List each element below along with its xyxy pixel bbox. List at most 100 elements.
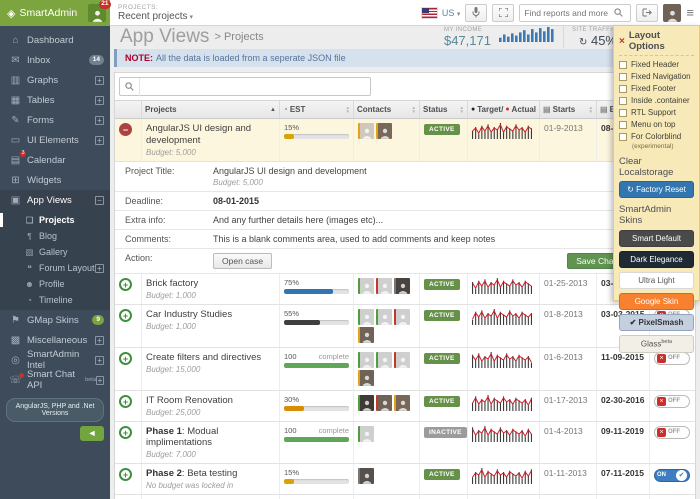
sidebar-item-miscellaneous[interactable]: ▩Miscellaneous+ bbox=[0, 330, 110, 350]
column-est[interactable]: ◔EST▲▼ bbox=[279, 101, 353, 118]
hamburger-menu-icon[interactable]: ≡ bbox=[686, 5, 694, 20]
checkbox[interactable] bbox=[619, 61, 627, 69]
skin-button-glass[interactable]: Glassbeta bbox=[619, 335, 694, 353]
layout-option-fixed-footer[interactable]: Fixed Footer bbox=[619, 84, 694, 93]
contact-avatar[interactable] bbox=[358, 309, 374, 325]
contact-avatar[interactable] bbox=[358, 123, 374, 139]
sidebar-item-widgets[interactable]: ⊞Widgets bbox=[0, 170, 110, 190]
language-dropdown[interactable]: US ▾ bbox=[442, 8, 461, 18]
layout-option-inside-container[interactable]: Inside .container bbox=[619, 96, 694, 105]
sidebar-item-gmap-skins[interactable]: ⚑GMap Skins9 bbox=[0, 310, 110, 330]
sidebar-item-app-views[interactable]: ▣App Views− bbox=[0, 190, 110, 210]
contact-avatar[interactable] bbox=[376, 278, 392, 294]
layout-option-fixed-header[interactable]: Fixed Header bbox=[619, 60, 694, 69]
close-icon[interactable]: × bbox=[619, 36, 625, 47]
clear-localstorage-label[interactable]: Clear Localstorage bbox=[619, 156, 694, 178]
sidebar-item-forum-layout[interactable]: ❝Forum Layout+ bbox=[0, 260, 110, 276]
table-row[interactable]: −AngularJS UI design and developmentBudg… bbox=[115, 119, 695, 162]
sidebar-item-calendar[interactable]: ▤3Calendar bbox=[0, 150, 110, 170]
table-filter-input[interactable] bbox=[140, 82, 370, 92]
checkbox[interactable] bbox=[619, 97, 627, 105]
column-projects[interactable]: Projects▲ bbox=[141, 101, 279, 118]
expand-row-icon[interactable]: + bbox=[119, 468, 132, 481]
expand-row-icon[interactable]: + bbox=[119, 278, 132, 291]
table-row[interactable]: +Phase 3: Deploy to managementNo budget … bbox=[115, 495, 695, 499]
contact-avatar[interactable] bbox=[376, 395, 392, 411]
table-row[interactable]: +Create filters and directivesBudget: 15… bbox=[115, 348, 695, 391]
recent-projects-dropdown[interactable]: Recent projects bbox=[118, 11, 187, 22]
row-toggle-off[interactable]: ×OFF bbox=[654, 426, 690, 439]
versions-button[interactable]: AngularJS, PHP and .Net Versions bbox=[6, 398, 104, 422]
contact-avatar[interactable] bbox=[376, 309, 392, 325]
table-row[interactable]: +Car Industry StudiesBudget: 1,00055%ACT… bbox=[115, 305, 695, 348]
skin-button-smart-default[interactable]: Smart Default bbox=[619, 230, 694, 247]
contact-avatar[interactable] bbox=[376, 352, 392, 368]
contact-avatar[interactable] bbox=[358, 468, 374, 484]
row-toggle-off[interactable]: ×OFF bbox=[654, 352, 690, 365]
contact-avatar[interactable] bbox=[394, 309, 410, 325]
sidebar-item-smartadmin-intel[interactable]: ◎SmartAdmin Intel+ bbox=[0, 350, 110, 370]
column-target-actual[interactable]: ●Target/●Actual bbox=[467, 101, 539, 118]
table-row[interactable]: +IT Room RenovationBudget: 25,00030%ACTI… bbox=[115, 391, 695, 422]
factory-reset-button[interactable]: ↻ Factory Reset bbox=[619, 181, 694, 198]
expand-row-icon[interactable]: + bbox=[119, 395, 132, 408]
expand-toggle-icon[interactable]: + bbox=[95, 116, 104, 125]
user-avatar-button[interactable]: 21 bbox=[88, 4, 106, 22]
sidebar-item-dashboard[interactable]: ⌂Dashboard bbox=[0, 30, 110, 50]
skin-button-pixelsmash[interactable]: ✔ PixelSmash bbox=[619, 314, 694, 331]
sidebar-item-ui-elements[interactable]: ▭UI Elements+ bbox=[0, 130, 110, 150]
contact-avatar[interactable] bbox=[394, 395, 410, 411]
layout-option-rtl-support[interactable]: RTL Support bbox=[619, 108, 694, 117]
expand-row-icon[interactable]: + bbox=[119, 309, 132, 322]
sidebar-item-tables[interactable]: ▦Tables+ bbox=[0, 90, 110, 110]
table-row[interactable]: +Brick factoryBudget: 1,00075%ACTIVE01-2… bbox=[115, 274, 695, 305]
contact-avatar[interactable] bbox=[358, 370, 374, 386]
checkbox[interactable] bbox=[619, 85, 627, 93]
checkbox[interactable] bbox=[619, 121, 627, 129]
sidebar-item-timeline[interactable]: ◔Timeline bbox=[0, 292, 110, 308]
table-row[interactable]: +Phase 2: Beta testingNo budget was lock… bbox=[115, 464, 695, 495]
expand-toggle-icon[interactable]: + bbox=[95, 136, 104, 145]
search-input[interactable] bbox=[524, 8, 614, 18]
layout-option-for-colorblind[interactable]: For Colorblind bbox=[619, 132, 694, 141]
sidebar-item-forms[interactable]: ✎Forms+ bbox=[0, 110, 110, 130]
expand-toggle-icon[interactable]: + bbox=[95, 96, 104, 105]
contact-avatar[interactable] bbox=[394, 278, 410, 294]
skin-button-dark-elegance[interactable]: Dark Elegance bbox=[619, 251, 694, 268]
expand-row-icon[interactable]: + bbox=[119, 426, 132, 439]
skin-button-ultra-light[interactable]: Ultra Light bbox=[619, 272, 694, 289]
contact-avatar[interactable] bbox=[358, 426, 374, 442]
fullscreen-button[interactable] bbox=[492, 4, 514, 22]
profile-avatar[interactable] bbox=[663, 4, 681, 22]
collapse-row-icon[interactable]: − bbox=[119, 123, 132, 136]
sidebar-item-gallery[interactable]: ▨Gallery bbox=[0, 244, 110, 260]
contact-avatar[interactable] bbox=[376, 123, 392, 139]
checkbox[interactable] bbox=[619, 109, 627, 117]
expand-toggle-icon[interactable]: − bbox=[95, 196, 104, 205]
sidebar-item-projects[interactable]: ❏Projects bbox=[0, 212, 110, 228]
sidebar-item-inbox[interactable]: ✉Inbox14 bbox=[0, 50, 110, 70]
expand-row-icon[interactable]: + bbox=[119, 352, 132, 365]
collapse-menu-button[interactable]: ◄ bbox=[80, 426, 104, 441]
sidebar-item-graphs[interactable]: ▥Graphs+ bbox=[0, 70, 110, 90]
contact-avatar[interactable] bbox=[358, 352, 374, 368]
contact-avatar[interactable] bbox=[358, 327, 374, 343]
expand-toggle-icon[interactable]: + bbox=[95, 264, 104, 273]
expand-toggle-icon[interactable]: + bbox=[95, 356, 104, 365]
contact-avatar[interactable] bbox=[394, 352, 410, 368]
checkbox[interactable] bbox=[619, 133, 627, 141]
sidebar-item-blog[interactable]: ¶Blog bbox=[0, 228, 110, 244]
row-toggle-off[interactable]: ×OFF bbox=[654, 395, 690, 408]
project-selector[interactable]: PROJECTS: Recent projects▾ bbox=[118, 4, 193, 22]
expand-toggle-icon[interactable]: + bbox=[96, 376, 104, 385]
checkbox[interactable] bbox=[619, 73, 627, 81]
column-starts[interactable]: ▤Starts▲▼ bbox=[539, 101, 596, 118]
contact-avatar[interactable] bbox=[358, 395, 374, 411]
sign-out-button[interactable] bbox=[636, 4, 658, 22]
open-case-button[interactable]: Open case bbox=[213, 253, 272, 269]
contact-avatar[interactable] bbox=[358, 278, 374, 294]
table-row[interactable]: +Phase 1: Modual implimentationsBudget: … bbox=[115, 422, 695, 465]
sidebar-item-smart-chat-api[interactable]: ☏Smart Chat APIbeta+ bbox=[0, 370, 110, 390]
sidebar-item-profile[interactable]: ☻Profile bbox=[0, 276, 110, 292]
row-toggle-on[interactable]: ON✔ bbox=[654, 469, 690, 482]
